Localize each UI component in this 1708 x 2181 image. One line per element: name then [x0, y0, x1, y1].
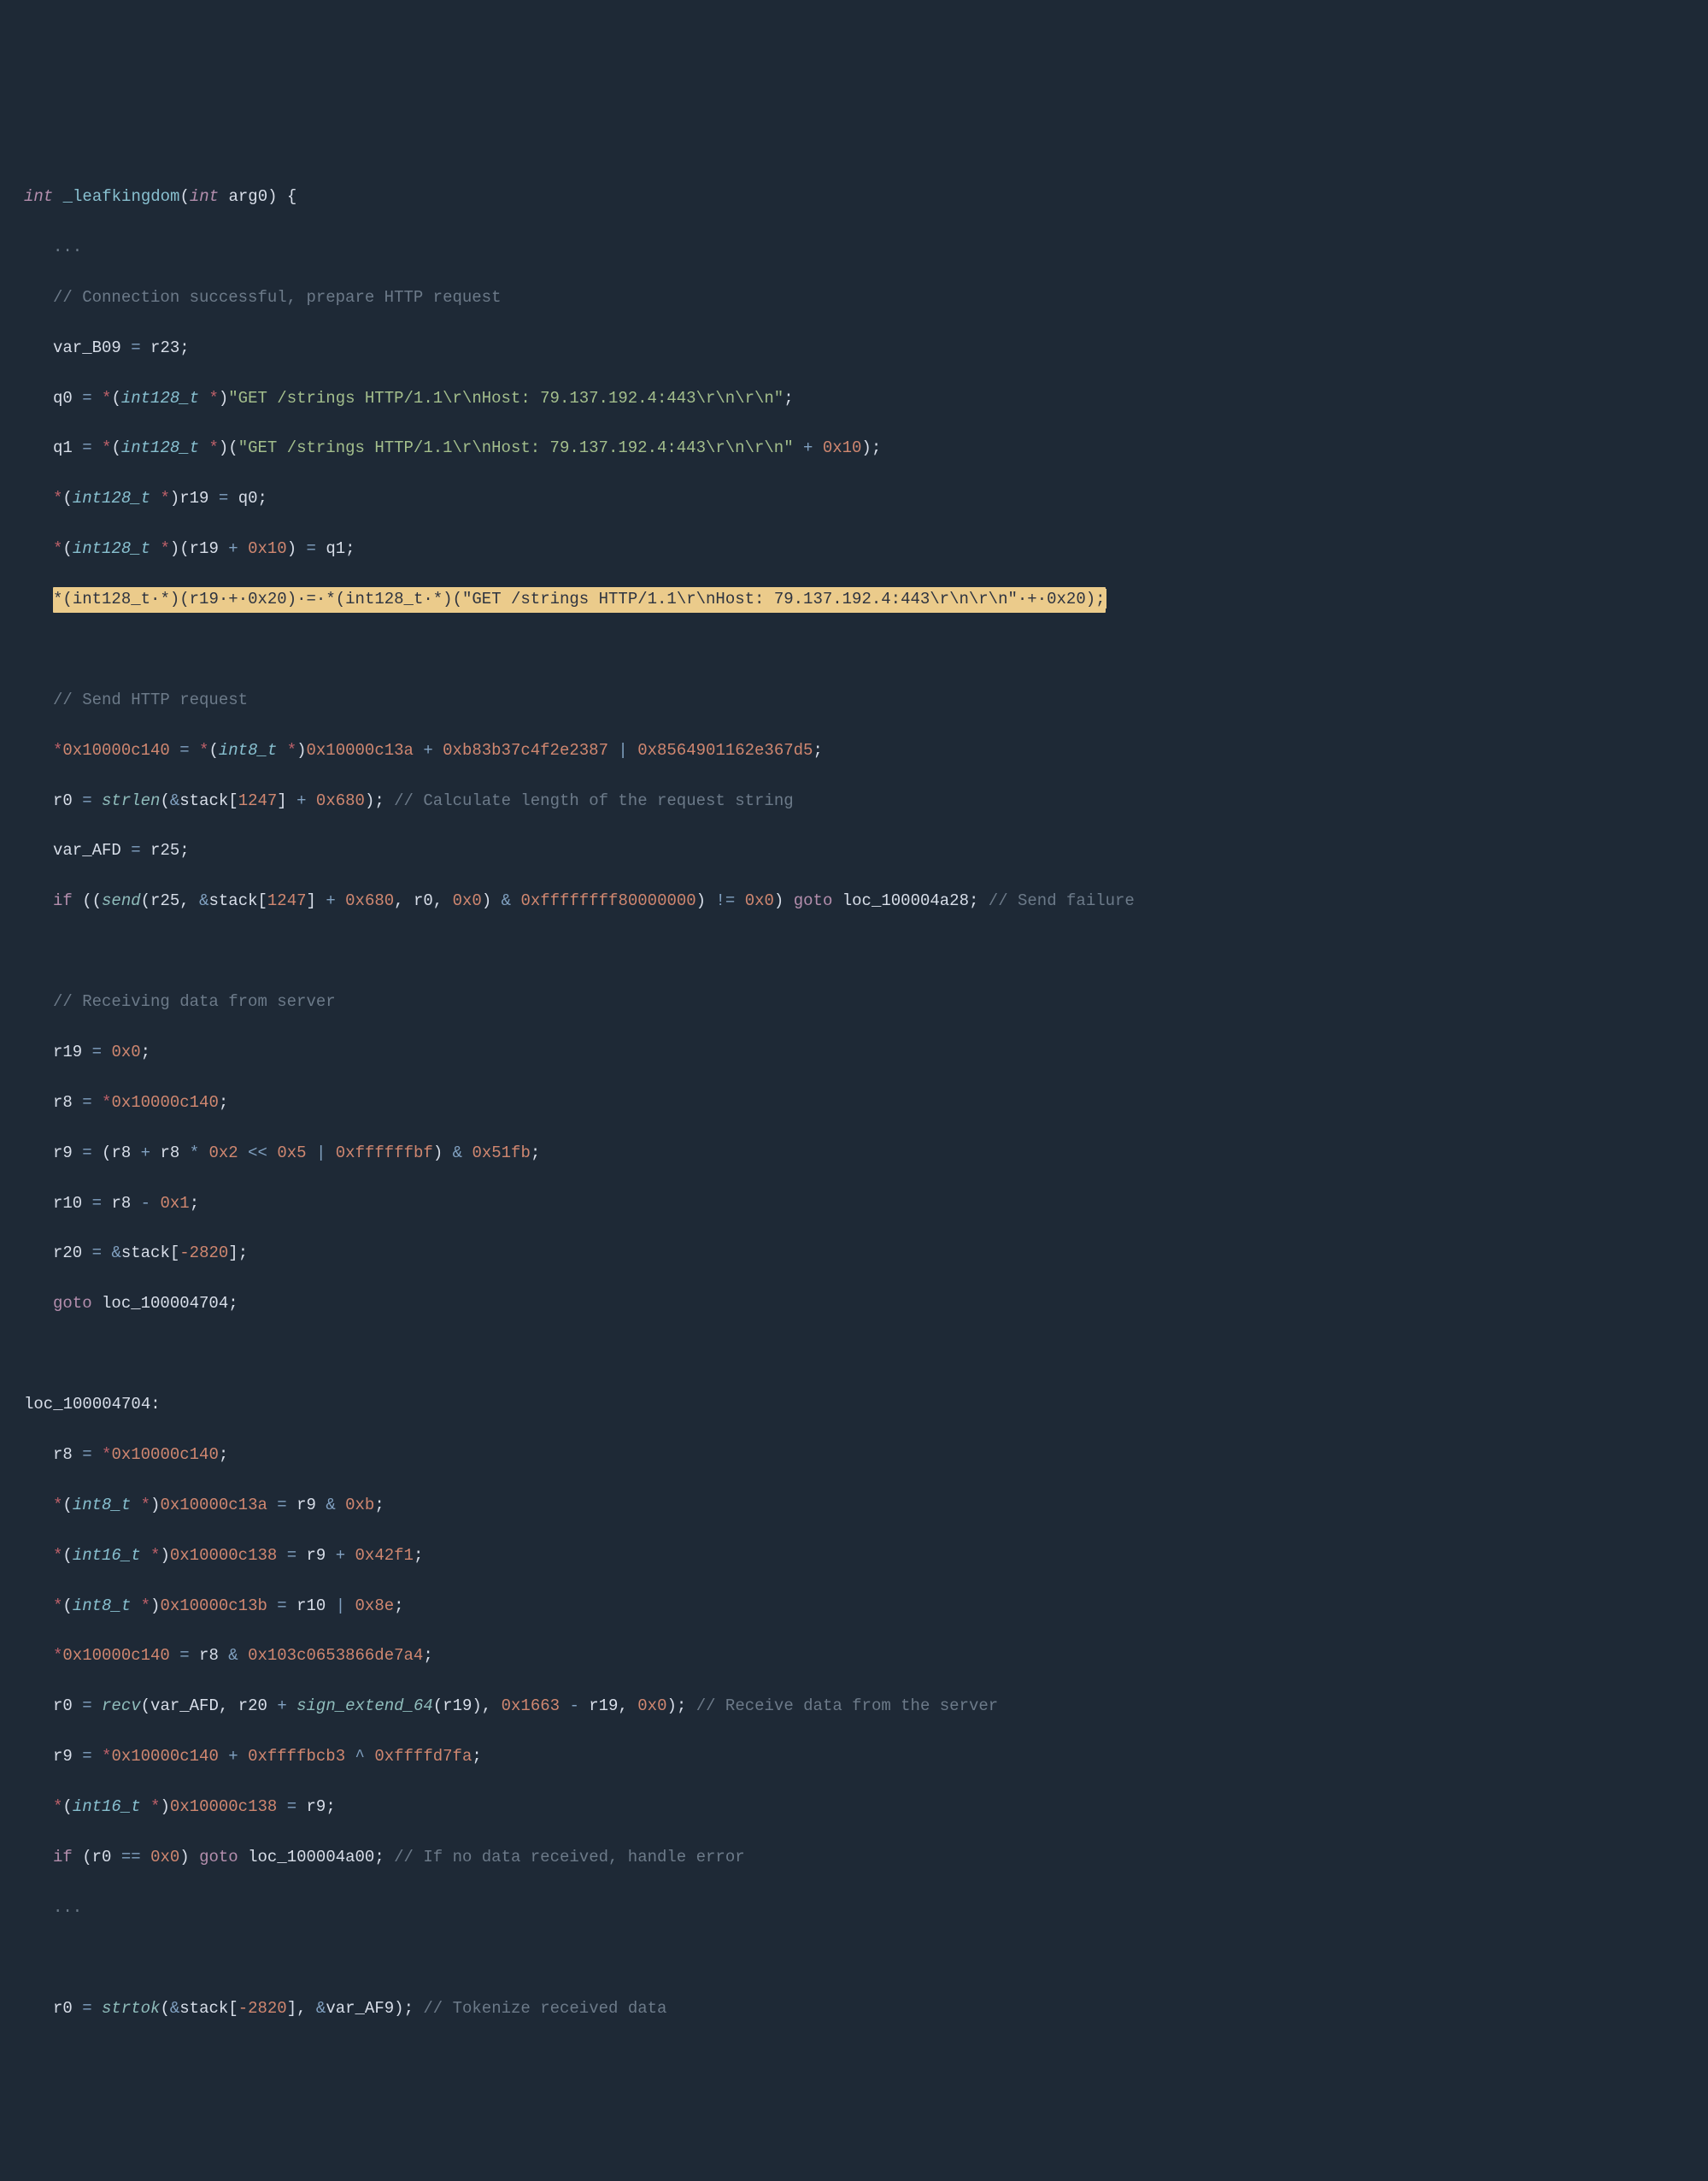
store-line[interactable]: *(int16_t *)0x10000c138 = r9 + 0x42f1; [12, 1543, 1708, 1568]
arg-type: int [190, 187, 219, 206]
blank-line [12, 1342, 1708, 1367]
assign-line[interactable]: q1 = *(int128_t *)("GET /strings HTTP/1.… [12, 436, 1708, 461]
assign-line[interactable]: r9 = *0x10000c140 + 0xffffbcb3 ^ 0xffffd… [12, 1744, 1708, 1769]
assign-line[interactable]: q0 = *(int128_t *)"GET /strings HTTP/1.1… [12, 386, 1708, 411]
return-type: int [24, 187, 53, 206]
goto-line[interactable]: goto loc_100004704; [12, 1291, 1708, 1316]
blank-line [12, 1946, 1708, 1971]
arg-name: arg0 [228, 187, 267, 206]
store-line[interactable]: *(int8_t *)0x10000c13a = r9 & 0xb; [12, 1493, 1708, 1518]
assign-line[interactable]: var_B09 = r23; [12, 336, 1708, 361]
store-line[interactable]: *(int8_t *)0x10000c13b = r10 | 0x8e; [12, 1594, 1708, 1619]
if-line[interactable]: if ((send(r25, &stack[1247] + 0x680, r0,… [12, 889, 1708, 914]
assign-line[interactable]: r0 = strlen(&stack[1247] + 0x680); // Ca… [12, 789, 1708, 814]
store-line[interactable]: *(int16_t *)0x10000c138 = r9; [12, 1795, 1708, 1819]
gutter [0, 0, 10, 1107]
ellipsis: ... [12, 1896, 1708, 1920]
store-line[interactable]: *0x10000c140 = *(int8_t *)0x10000c13a + … [12, 738, 1708, 763]
comment-line: // Connection successful, prepare HTTP r… [12, 285, 1708, 310]
assign-line[interactable]: r20 = &stack[-2820]; [12, 1241, 1708, 1266]
assign-line[interactable]: r8 = *0x10000c140; [12, 1090, 1708, 1115]
assign-line[interactable]: r0 = strtok(&stack[-2820], &var_AF9); //… [12, 1996, 1708, 2021]
function-signature[interactable]: int _leafkingdom(int arg0) { [12, 185, 1708, 209]
blank-line [12, 939, 1708, 964]
store-line[interactable]: *0x10000c140 = r8 & 0x103c0653866de7a4; [12, 1643, 1708, 1668]
comment-line: // Receiving data from server [12, 990, 1708, 1014]
assign-line[interactable]: r9 = (r8 + r8 * 0x2 << 0x5 | 0xffffffbf)… [12, 1141, 1708, 1166]
assign-line[interactable]: var_AFD = r25; [12, 838, 1708, 863]
ellipsis: ... [12, 235, 1708, 260]
assign-line[interactable]: r0 = recv(var_AFD, r20 + sign_extend_64(… [12, 1694, 1708, 1719]
store-line[interactable]: *(int128_t *)r19 = q0; [12, 486, 1708, 511]
text-cursor [1105, 589, 1106, 608]
store-line[interactable]: *(int128_t *)(r19 + 0x10) = q1; [12, 537, 1708, 561]
assign-line[interactable]: r10 = r8 - 0x1; [12, 1191, 1708, 1216]
code-view[interactable]: int _leafkingdom(int arg0) { ... // Conn… [0, 160, 1708, 2047]
assign-line[interactable]: r8 = *0x10000c140; [12, 1443, 1708, 1467]
label-line[interactable]: loc_100004704: [12, 1392, 1708, 1417]
comment-line: // Send HTTP request [12, 688, 1708, 713]
if-line[interactable]: if (r0 == 0x0) goto loc_100004a00; // If… [12, 1845, 1708, 1870]
highlighted-line[interactable]: *(int128_t·*)(r19·+·0x20)·=·*(int128_t·*… [12, 587, 1708, 612]
function-name: _leafkingdom [63, 187, 180, 206]
blank-line [12, 638, 1708, 662]
assign-line[interactable]: r19 = 0x0; [12, 1040, 1708, 1065]
